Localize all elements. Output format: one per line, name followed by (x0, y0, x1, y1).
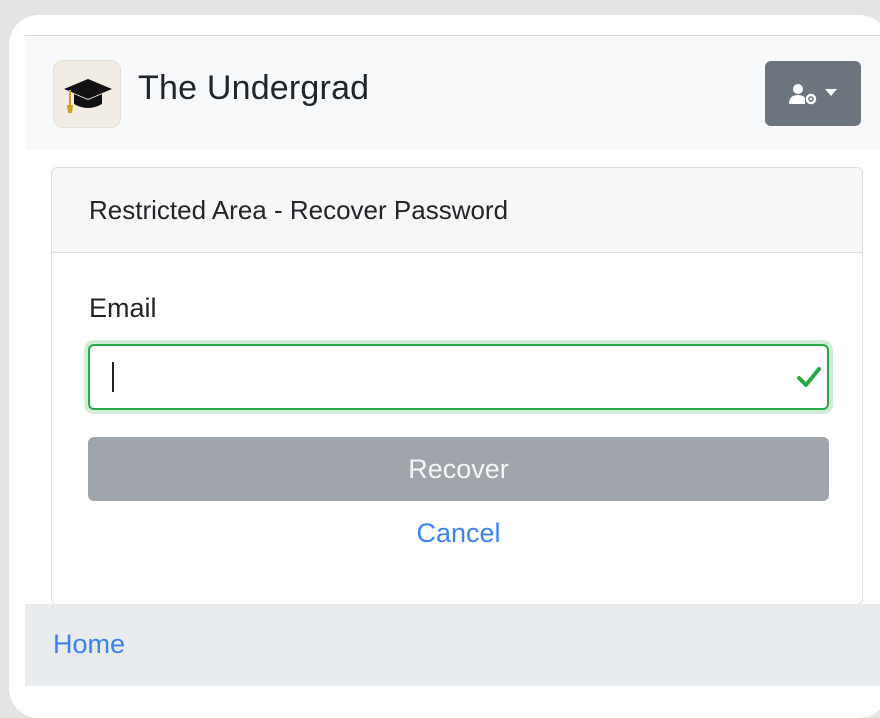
recover-button[interactable]: Recover (88, 437, 829, 501)
recover-password-card: Restricted Area - Recover Password Email… (51, 167, 863, 605)
email-field[interactable] (88, 344, 829, 410)
user-gear-icon (789, 84, 817, 105)
email-label: Email (89, 293, 157, 323)
card-header: Restricted Area - Recover Password (52, 168, 862, 253)
navbar: The Undergrad (25, 35, 880, 150)
footer: Home (25, 604, 880, 686)
text-cursor (112, 362, 114, 392)
brand-name[interactable]: The Undergrad (138, 68, 369, 108)
card-title: Restricted Area - Recover Password (89, 195, 509, 225)
chevron-down-icon (825, 89, 837, 96)
brand-logo[interactable] (53, 60, 121, 128)
user-menu-button[interactable] (765, 61, 861, 126)
home-link[interactable]: Home (53, 627, 125, 661)
cancel-link[interactable]: Cancel (88, 516, 829, 550)
graduation-cap-icon (64, 79, 112, 113)
checkmark-icon (797, 367, 821, 387)
